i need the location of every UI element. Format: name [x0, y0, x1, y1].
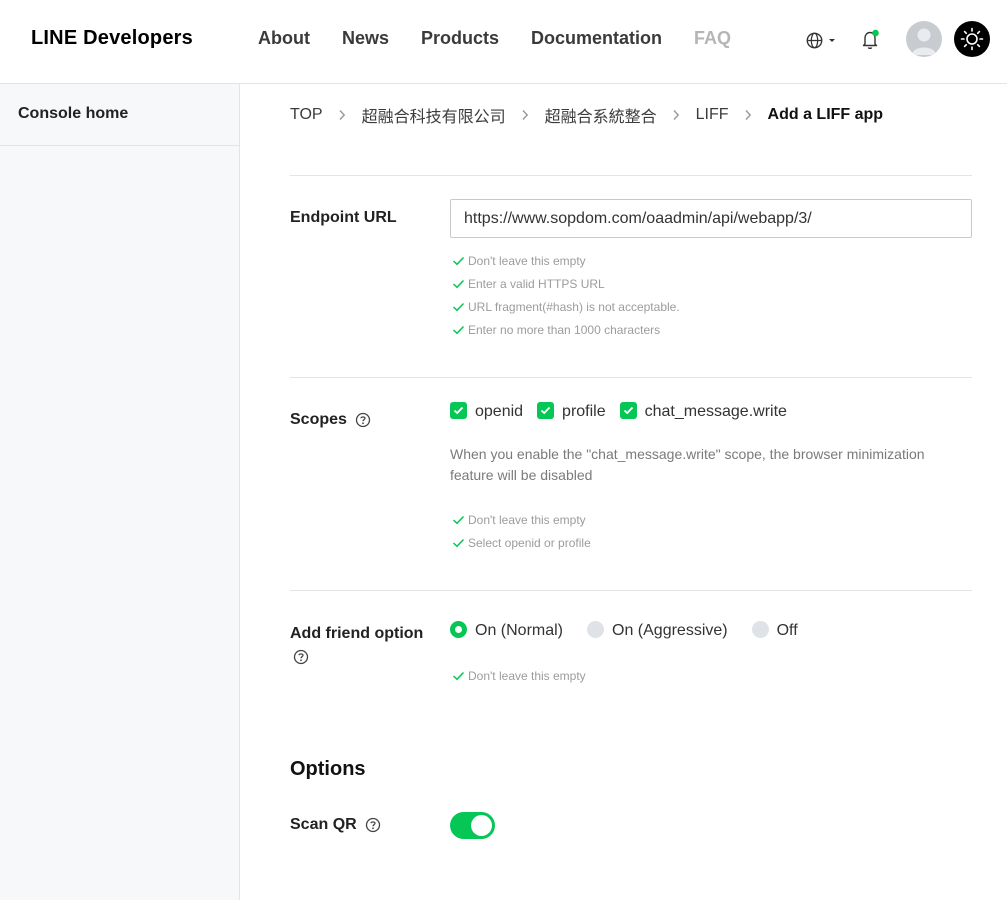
friend-option-aggressive-radio[interactable]: On (Aggressive) — [587, 620, 728, 640]
endpoint-hint: Enter a valid HTTPS URL — [452, 277, 605, 291]
chevron-right-icon — [338, 109, 346, 121]
chevron-right-icon — [672, 109, 680, 121]
breadcrumb-top[interactable]: TOP — [290, 106, 323, 124]
top-header: LINE Developers About News Products Docu… — [0, 0, 1007, 84]
friend-option-normal-radio[interactable]: On (Normal) — [450, 620, 563, 640]
check-icon — [452, 279, 465, 289]
scopes-label-row: Scopes — [290, 411, 371, 429]
notifications-button[interactable] — [861, 29, 881, 51]
breadcrumb-liff[interactable]: LIFF — [696, 106, 729, 124]
nav-products[interactable]: Products — [421, 28, 499, 49]
scan-qr-toggle[interactable] — [450, 812, 495, 839]
scopes-hint: Don't leave this empty — [452, 513, 586, 527]
endpoint-hint: Enter no more than 1000 characters — [452, 323, 660, 337]
checkbox-checked-icon — [619, 401, 637, 419]
radio-unselected-icon — [587, 620, 605, 638]
line-developers-logo[interactable]: LINE Developers — [31, 27, 193, 50]
section-divider — [290, 175, 972, 176]
user-avatar[interactable] — [906, 21, 942, 57]
help-icon[interactable] — [293, 649, 309, 670]
friend-option-off-radio[interactable]: Off — [751, 620, 798, 640]
endpoint-url-input[interactable] — [450, 199, 972, 238]
caret-down-icon — [829, 39, 835, 42]
theme-toggle-button[interactable] — [954, 21, 990, 57]
sidebar-item-console-home[interactable]: Console home — [0, 84, 239, 146]
checkbox-checked-icon — [450, 401, 467, 419]
breadcrumb: TOP 超融合科技有限公司 超融合系統整合 LIFF Add a LIFF ap… — [290, 103, 883, 127]
nav-documentation[interactable]: Documentation — [531, 28, 662, 49]
section-divider — [290, 590, 972, 591]
add-friend-radio-group: On (Normal) On (Aggressive) Off — [450, 620, 822, 640]
help-icon[interactable] — [365, 817, 381, 833]
scopes-hint: Select openid or profile — [452, 536, 591, 550]
breadcrumb-provider[interactable]: 超融合系統整合 — [545, 103, 657, 127]
scope-chat-message-write-checkbox[interactable]: chat_message.write — [619, 401, 787, 421]
scan-qr-label: Scan QR — [290, 816, 357, 833]
sidebar: Console home — [0, 84, 240, 900]
scope-profile-checkbox[interactable]: profile — [537, 401, 606, 421]
scopes-checkboxes: openid profile chat_message.write — [450, 401, 801, 421]
checkbox-checked-icon — [537, 401, 555, 419]
check-icon — [452, 538, 465, 548]
toggle-knob — [471, 815, 492, 836]
main-nav: About News Products Documentation FAQ — [258, 28, 763, 49]
chevron-right-icon — [521, 109, 529, 121]
chevron-right-icon — [744, 109, 752, 121]
language-selector[interactable] — [806, 30, 838, 50]
help-icon[interactable] — [355, 412, 371, 428]
endpoint-url-label: Endpoint URL — [290, 209, 397, 226]
globe-icon — [806, 32, 823, 48]
check-icon — [452, 302, 465, 312]
check-icon — [452, 325, 465, 335]
check-icon — [452, 256, 465, 266]
endpoint-hint: URL fragment(#hash) is not acceptable. — [452, 300, 680, 314]
breadcrumb-current: Add a LIFF app — [767, 106, 884, 123]
check-icon — [452, 671, 465, 681]
nav-about[interactable]: About — [258, 28, 310, 49]
scopes-label: Scopes — [290, 411, 347, 428]
scope-openid-checkbox[interactable]: openid — [450, 401, 523, 421]
radio-selected-icon — [450, 620, 467, 638]
sun-icon — [960, 27, 984, 51]
endpoint-hint: Don't leave this empty — [452, 254, 586, 268]
radio-unselected-icon — [751, 620, 769, 638]
nav-faq[interactable]: FAQ — [694, 28, 731, 49]
scopes-note: When you enable the "chat_message.write"… — [450, 446, 925, 483]
add-friend-option-label: Add friend option — [290, 625, 424, 642]
breadcrumb-company[interactable]: 超融合科技有限公司 — [362, 103, 506, 127]
check-icon — [452, 515, 465, 525]
bell-icon — [862, 29, 879, 50]
nav-news[interactable]: News — [342, 28, 389, 49]
friend-option-hint: Don't leave this empty — [452, 669, 586, 683]
section-divider — [290, 377, 972, 378]
scan-qr-label-row: Scan QR — [290, 816, 381, 834]
options-section-title: Options — [290, 758, 366, 780]
